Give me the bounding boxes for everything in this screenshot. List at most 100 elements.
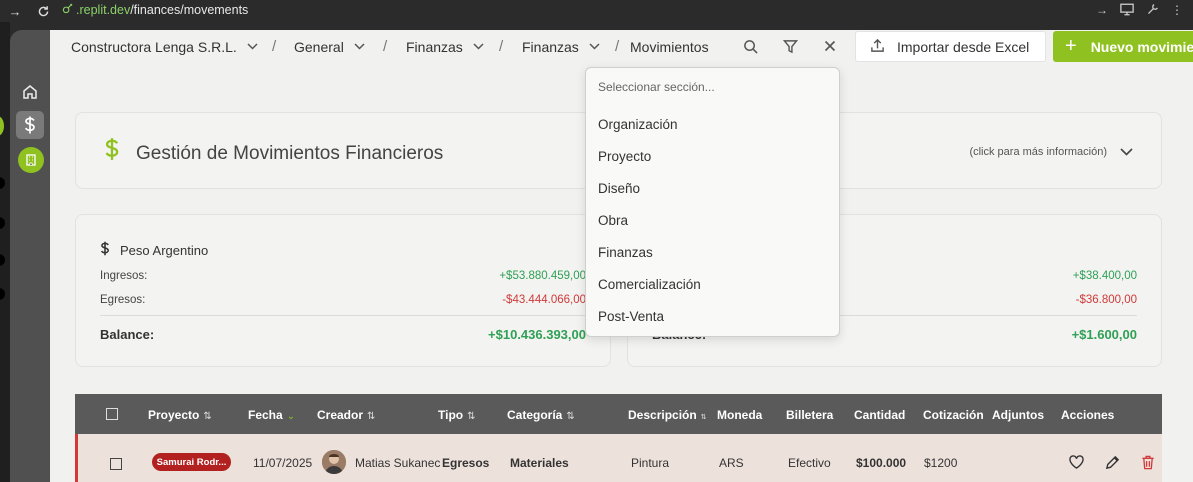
rail-dot[interactable] (0, 288, 5, 300)
send-icon[interactable]: → (1096, 3, 1108, 19)
breadcrumb-separator: / (615, 38, 620, 55)
column-label: Proyecto (148, 408, 200, 422)
avatar (322, 450, 346, 474)
dropdown-option-proyecto[interactable]: Proyecto (598, 149, 651, 164)
edit-icon[interactable] (1104, 454, 1120, 470)
forward-icon[interactable]: → (6, 2, 24, 20)
chevron-down-icon (247, 42, 258, 53)
rail-dot[interactable] (0, 177, 5, 189)
column-header-tipo[interactable]: Tipo ⇅ (438, 408, 476, 422)
building-icon[interactable] (18, 147, 44, 173)
expense-value: -$36.800,00 (1075, 294, 1137, 306)
favorite-icon[interactable] (1068, 454, 1084, 470)
column-header-cantidad[interactable]: Cantidad (854, 408, 905, 422)
table-header: Proyecto ⇅ Fecha ⌄ Creador ⇅ Tipo ⇅ Categorí… (75, 394, 1162, 434)
sort-icon: ⇅ (203, 411, 212, 422)
dropdown-option-post-venta[interactable]: Post-Venta (598, 309, 664, 324)
income-row: Ingresos: +$53.880.459,00 (100, 270, 586, 282)
breadcrumb-label: Finanzas (522, 39, 579, 55)
column-label: Tipo (438, 408, 464, 422)
url-field[interactable]: .replit.dev/finances/movements (62, 3, 248, 17)
column-header-fecha[interactable]: Fecha ⌄ (248, 408, 295, 422)
currency-label: Peso Argentino (120, 242, 209, 258)
column-header-descripcion[interactable]: Descripción ⇅ (628, 408, 707, 422)
more-icon[interactable]: ⋮ (1171, 3, 1183, 19)
column-label: Fecha (248, 408, 283, 422)
breadcrumb-label: Constructora Lenga S.R.L. (71, 39, 237, 55)
section-dropdown: Seleccionar sección... Organización Proy… (585, 67, 840, 337)
dropdown-placeholder[interactable]: Seleccionar sección... (598, 80, 715, 94)
cell-moneda: ARS (719, 456, 744, 470)
breadcrumb-label: Finanzas (406, 39, 463, 55)
breadcrumb-page: Movimientos (630, 39, 709, 55)
column-header-billetera[interactable]: Billetera (786, 408, 833, 422)
monitor-icon[interactable] (1120, 3, 1134, 19)
page-title: Movimientos (630, 39, 709, 55)
column-header-moneda[interactable]: Moneda (717, 408, 762, 422)
upload-icon (870, 38, 885, 56)
breadcrumb-organization[interactable]: Constructora Lenga S.R.L. (71, 39, 258, 55)
sort-icon: ⇅ (467, 411, 476, 422)
dropdown-option-obra[interactable]: Obra (598, 213, 628, 228)
browser-toolbar: → .replit.dev/finances/movements → ⋮ (0, 0, 1193, 22)
column-header-creador[interactable]: Creador ⇅ (317, 408, 375, 422)
sort-icon: ⇅ (566, 411, 575, 422)
breadcrumb-stage[interactable]: Finanzas (406, 39, 484, 55)
row-checkbox[interactable] (110, 458, 122, 470)
wrench-icon[interactable] (1146, 3, 1159, 19)
chevron-down-icon (473, 42, 484, 53)
chevron-down-icon (589, 42, 600, 53)
delete-icon[interactable] (1140, 454, 1156, 470)
close-icon[interactable] (821, 37, 839, 55)
column-label: Creador (317, 408, 364, 422)
dropdown-option-organizacion[interactable]: Organización (598, 117, 678, 132)
dropdown-option-finanzas[interactable]: Finanzas (598, 245, 653, 260)
column-label: Descripción (628, 408, 697, 422)
import-excel-button[interactable]: Importar desde Excel (855, 31, 1046, 62)
search-icon[interactable] (741, 37, 759, 55)
cell-cantidad: $100.000 (856, 456, 907, 470)
column-header-adjuntos[interactable]: Adjuntos (992, 408, 1044, 422)
column-header-cotizacion[interactable]: Cotización (923, 408, 984, 422)
rail-dot[interactable] (0, 217, 5, 229)
page-heading: Gestión de Movimientos Financieros (136, 143, 444, 164)
breadcrumb-section[interactable]: Finanzas (522, 39, 600, 55)
column-header-categoria[interactable]: Categoría ⇅ (507, 408, 575, 422)
project-badge: Samurai Rodr... (152, 453, 231, 471)
breadcrumb-separator: / (383, 38, 388, 55)
dropdown-option-diseno[interactable]: Diseño (598, 181, 640, 196)
expense-label: Egresos: (100, 294, 146, 306)
home-icon[interactable] (16, 78, 44, 106)
column-header-proyecto[interactable]: Proyecto ⇅ (148, 408, 212, 422)
income-value: +$53.880.459,00 (499, 270, 586, 282)
chevron-down-icon[interactable] (1120, 143, 1133, 161)
balance-row: Balance: +$10.436.393,00 (100, 327, 586, 342)
income-value: +$38.400,00 (1072, 270, 1137, 282)
breadcrumb-separator: / (499, 38, 504, 55)
cell-descripcion: Pintura (631, 456, 670, 470)
dropdown-option-comercializacion[interactable]: Comercialización (598, 277, 701, 292)
finances-dollar-icon[interactable] (16, 111, 44, 139)
more-info-hint[interactable]: (click para más información) (969, 146, 1107, 158)
cell-fecha: 11/07/2025 (253, 456, 313, 470)
new-movement-label: Nuevo movimiento (1090, 38, 1193, 55)
secure-icon (62, 3, 73, 17)
filter-icon[interactable] (781, 37, 799, 55)
column-label: Categoría (507, 408, 563, 422)
app-sidebar (10, 30, 50, 482)
sort-icon: ⇅ (700, 414, 707, 421)
cell-billetera: Efectivo (788, 456, 831, 470)
expense-value: -$43.444.066,00 (502, 294, 586, 306)
select-all-checkbox[interactable] (106, 408, 118, 420)
reload-icon[interactable] (34, 2, 52, 20)
cell-tipo: Egresos (442, 456, 490, 470)
breadcrumb-separator: / (272, 38, 277, 55)
import-excel-label: Importar desde Excel (897, 38, 1030, 55)
new-movement-button[interactable]: + Nuevo movimiento (1053, 31, 1193, 62)
balance-label: Balance: (100, 327, 155, 342)
table-row[interactable]: Samurai Rodr... 11/07/2025 Matias Sukane… (75, 434, 1162, 482)
rail-dot[interactable] (0, 254, 5, 266)
sort-icon: ⇅ (367, 411, 376, 422)
column-header-acciones: Acciones (1061, 408, 1115, 422)
breadcrumb-project[interactable]: General (294, 39, 365, 55)
